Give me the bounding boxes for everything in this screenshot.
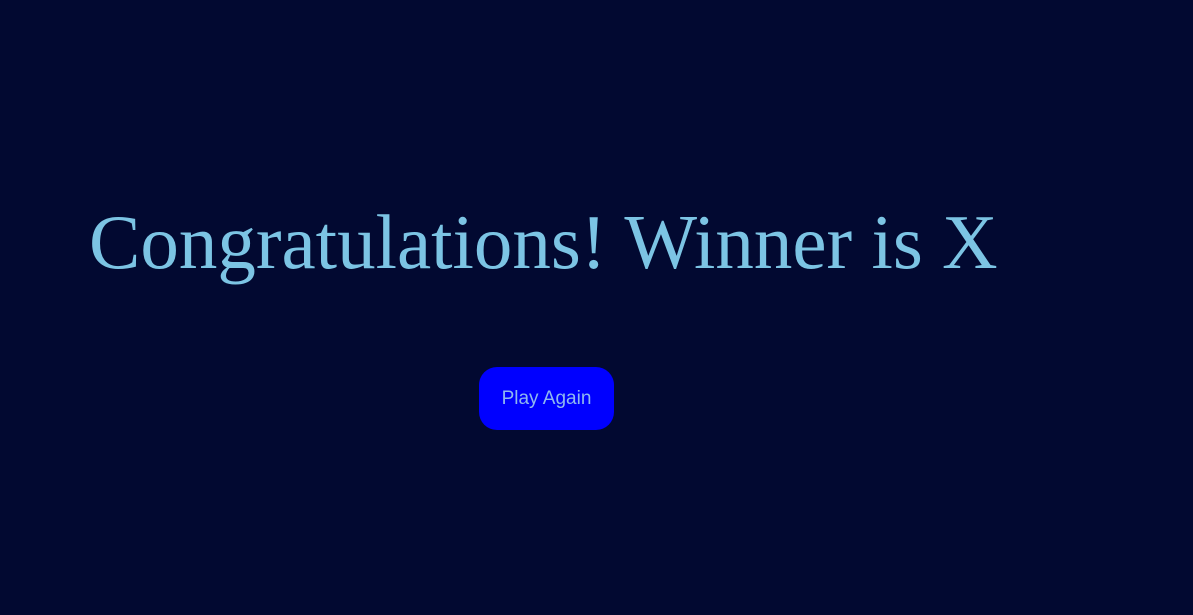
winner-message: Congratulations! Winner is X bbox=[89, 199, 998, 285]
game-over-screen: Congratulations! Winner is X Play Again bbox=[0, 0, 1193, 615]
play-again-button[interactable]: Play Again bbox=[479, 367, 614, 430]
